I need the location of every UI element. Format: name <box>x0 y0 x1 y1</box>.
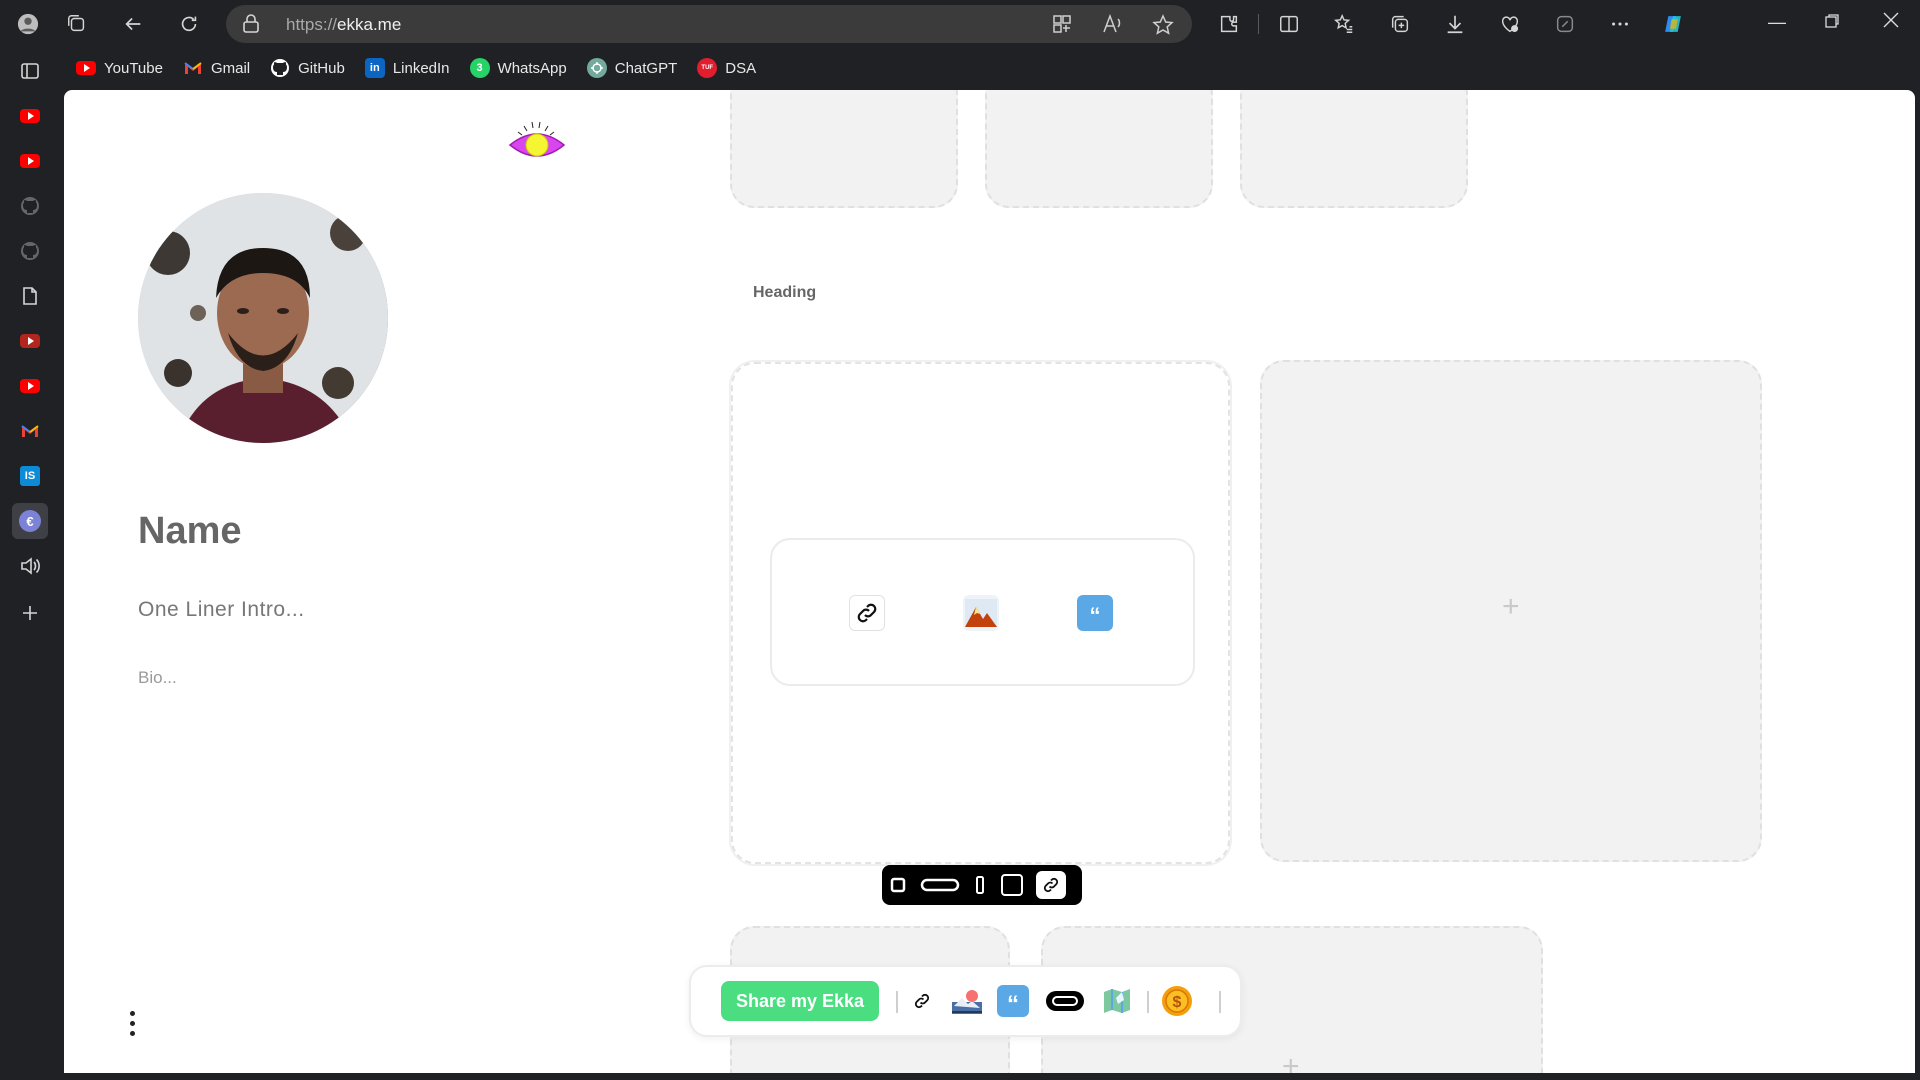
browser-essentials-icon[interactable] <box>1495 9 1525 39</box>
more-options-icon[interactable] <box>1605 9 1635 39</box>
profile-name[interactable]: Name <box>138 510 242 553</box>
youtube-icon <box>76 58 96 78</box>
dsa-icon: TUF <box>697 58 718 78</box>
size-small-square-icon[interactable] <box>888 871 908 899</box>
github-icon <box>270 58 290 78</box>
bookmark-linkedin[interactable]: in LinkedIn <box>364 58 450 78</box>
url-text: https://ekka.me <box>286 15 402 34</box>
bottom-action-bar: Share my Ekka “ $ <box>689 965 1242 1037</box>
size-tall-icon[interactable] <box>972 871 988 899</box>
favorites-icon[interactable] <box>1329 9 1359 39</box>
link-mode-icon[interactable] <box>1036 871 1066 899</box>
bookmark-youtube[interactable]: YouTube <box>76 58 163 78</box>
add-tile-icon[interactable]: + <box>1502 590 1520 624</box>
split-screen-icon[interactable] <box>1274 9 1304 39</box>
toolbar-divider <box>1258 14 1259 34</box>
profile-avatar-icon[interactable] <box>13 9 43 39</box>
add-section-title-icon[interactable] <box>1045 985 1085 1017</box>
size-wide-icon[interactable] <box>918 871 962 899</box>
address-bar[interactable]: https://ekka.me <box>226 5 1192 43</box>
restore-icon[interactable] <box>1824 13 1840 34</box>
browser-titlebar: https://ekka.me — <box>0 0 1920 47</box>
profile-bio[interactable]: Bio... <box>138 668 177 688</box>
bookmark-chatgpt[interactable]: ChatGPT <box>586 58 678 78</box>
youtube-icon[interactable] <box>12 98 48 134</box>
divider <box>1219 991 1221 1013</box>
bookmark-label: Gmail <box>210 59 251 77</box>
add-sidebar-app-icon[interactable] <box>12 595 48 631</box>
grid-tile[interactable] <box>730 90 958 208</box>
refresh-icon[interactable] <box>174 9 204 39</box>
document-icon[interactable] <box>12 278 48 314</box>
browser-sidebar: IS € <box>0 47 62 1080</box>
youtube-icon[interactable] <box>12 323 48 359</box>
profile-avatar[interactable] <box>138 193 388 443</box>
youtube-icon[interactable] <box>12 368 48 404</box>
extensions-icon[interactable] <box>1214 9 1244 39</box>
add-link-icon[interactable] <box>906 985 938 1017</box>
add-payment-coin-icon[interactable]: $ <box>1161 985 1193 1017</box>
minimize-icon[interactable]: — <box>1768 12 1786 33</box>
bookmark-label: LinkedIn <box>392 59 450 77</box>
is-icon[interactable]: IS <box>12 458 48 494</box>
divider <box>896 991 898 1013</box>
github-icon[interactable] <box>12 188 48 224</box>
bookmarks-bar: YouTube Gmail GitHub in LinkedIn 3 Whats… <box>76 54 756 82</box>
page-content: Name One Liner Intro... Bio... Heading “… <box>64 90 1915 1073</box>
whatsapp-icon: 3 <box>469 58 490 78</box>
divider <box>1147 991 1149 1013</box>
bookmark-label: ChatGPT <box>614 59 678 77</box>
read-aloud-icon[interactable] <box>1102 13 1124 39</box>
add-tile-icon[interactable]: + <box>1282 1050 1300 1073</box>
bookmark-dsa[interactable]: TUF DSA <box>697 58 756 78</box>
downloads-icon[interactable] <box>1440 9 1470 39</box>
bookmark-label: DSA <box>725 59 757 77</box>
share-button[interactable]: Share my Ekka <box>721 981 879 1021</box>
workspaces-icon[interactable] <box>62 9 92 39</box>
image-icon[interactable] <box>963 595 999 631</box>
tile-size-toolbar <box>882 865 1082 905</box>
copilot-icon[interactable] <box>1658 9 1688 39</box>
content-type-picker: “ <box>770 538 1195 686</box>
bookmark-github[interactable]: GitHub <box>270 58 345 78</box>
tab-actions-icon[interactable] <box>12 53 48 89</box>
quote-icon[interactable]: “ <box>1077 595 1113 631</box>
size-large-square-icon[interactable] <box>998 871 1026 899</box>
section-heading[interactable]: Heading <box>753 284 816 302</box>
github-icon[interactable] <box>12 233 48 269</box>
gmail-icon <box>183 58 203 78</box>
bookmark-label: WhatsApp <box>497 59 567 77</box>
favorite-star-icon[interactable] <box>1152 14 1174 41</box>
speaker-icon[interactable] <box>12 548 48 584</box>
youtube-icon[interactable] <box>12 143 48 179</box>
close-window-icon[interactable] <box>1882 11 1900 34</box>
bookmark-gmail[interactable]: Gmail <box>183 58 250 78</box>
add-quote-icon[interactable]: “ <box>997 985 1029 1018</box>
collections-icon[interactable] <box>1385 9 1415 39</box>
linkedin-icon: in <box>364 58 385 78</box>
chatgpt-icon <box>586 58 607 78</box>
ekka-icon[interactable]: € <box>12 503 48 539</box>
link-icon[interactable] <box>849 595 885 631</box>
grid-tile[interactable] <box>985 90 1213 208</box>
lock-icon <box>242 14 260 39</box>
add-image-icon[interactable] <box>951 985 983 1017</box>
svg-text:$: $ <box>1173 994 1182 1011</box>
more-menu-icon[interactable] <box>126 1008 138 1038</box>
copilot-edit-icon[interactable] <box>1550 9 1580 39</box>
grid-tile[interactable] <box>1240 90 1468 208</box>
bookmark-label: GitHub <box>298 59 345 77</box>
app-available-icon[interactable] <box>1052 14 1072 39</box>
bookmark-label: YouTube <box>104 59 163 77</box>
add-map-icon[interactable] <box>1101 985 1133 1017</box>
gmail-icon[interactable] <box>12 413 48 449</box>
bookmark-whatsapp[interactable]: 3 WhatsApp <box>469 58 567 78</box>
eye-logo-icon <box>508 121 566 157</box>
profile-one-liner[interactable]: One Liner Intro... <box>138 598 305 622</box>
back-icon[interactable] <box>118 9 148 39</box>
